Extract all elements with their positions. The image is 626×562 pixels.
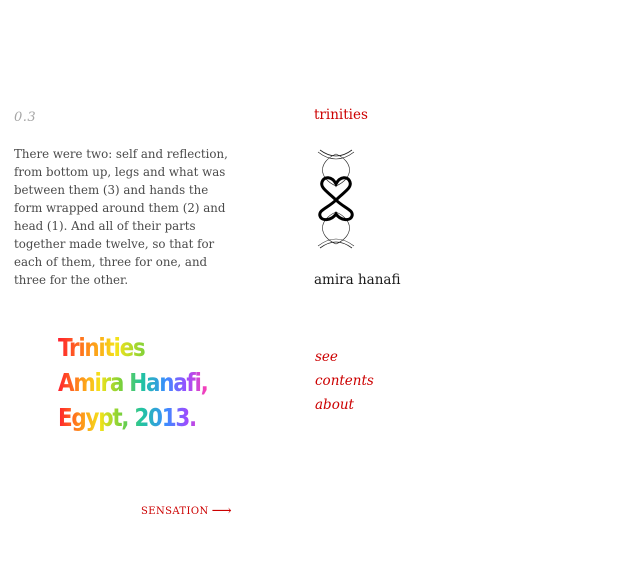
page-number: 0.3 [14,110,37,125]
arrow-right-icon: ⟶ [211,503,233,519]
menu-about[interactable]: about [315,393,374,417]
artwork-author: Amira Hanafi, [58,365,209,400]
author-name[interactable]: amira hanafi [314,272,400,288]
artwork-title: Trinities [58,330,207,365]
next-page-link[interactable]: SENSATION ⟶ [141,502,233,519]
next-page-label: SENSATION [141,506,209,517]
rainbow-artwork-text: Trinities Amira Hanafi, Egypt, 2013. [58,330,209,435]
menu-see[interactable]: see [315,345,374,369]
series-title[interactable]: trinities [314,107,368,123]
side-menu: see contents about [315,345,374,417]
artwork-place-date: Egypt, 2013. [58,400,207,435]
poem-paragraph: There were two: self and reflection, fro… [14,147,228,287]
menu-contents[interactable]: contents [315,369,374,393]
interlaced-figure-icon [317,149,355,249]
